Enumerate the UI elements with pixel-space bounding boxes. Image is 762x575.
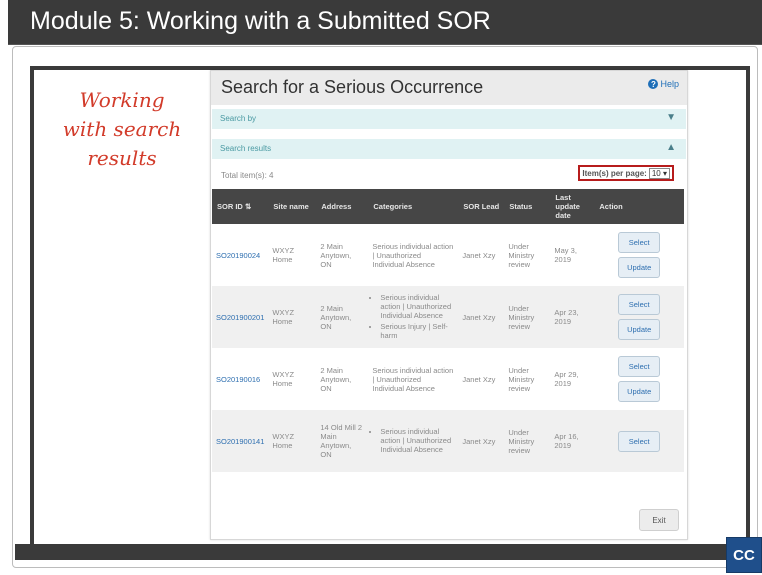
sort-icon[interactable]: ⇅ (245, 202, 251, 211)
chevron-up-icon[interactable]: ▲ (666, 142, 676, 153)
last-update-date: May 3, 2019 (554, 246, 577, 264)
sor-lead: Janet Xzy (462, 312, 496, 322)
table-row: SO20190016 WXYZ Home 2 Main Anytown, ON … (212, 348, 684, 410)
items-per-page-label: Item(s) per page: (582, 168, 647, 178)
search-app: Search for a Serious Occurrence ? Help S… (210, 70, 688, 540)
search-results-label: Search results (220, 144, 272, 153)
status: Under Ministry review (508, 303, 535, 331)
items-per-page-highlight: Item(s) per page: 10 ▾ (578, 165, 674, 181)
select-button[interactable]: Select (618, 430, 661, 452)
chevron-down-icon[interactable]: ▼ (666, 112, 676, 123)
module-title-bar: Module 5: Working with a Submitted SOR (8, 0, 762, 45)
column-header-site-name: Site name (268, 189, 317, 224)
select-button[interactable]: Select (618, 356, 661, 377)
table-header-row: SOR ID ⇅ Site name Address Categories SO… (212, 189, 684, 224)
column-header-action: Action (594, 189, 684, 224)
categories: Serious individual action | Unauthorized… (368, 410, 458, 472)
column-header-sor-id[interactable]: SOR ID ⇅ (212, 189, 269, 224)
status: Under Ministry review (508, 241, 535, 269)
annotation-line: Working (79, 88, 165, 112)
select-button[interactable]: Select (618, 294, 661, 315)
update-button[interactable]: Update (618, 319, 661, 340)
update-button[interactable]: Update (618, 257, 661, 278)
status: Under Ministry review (508, 365, 535, 393)
help-label: Help (660, 79, 679, 89)
table-row: SO20190024 WXYZ Home 2 Main Anytown, ON … (212, 224, 684, 286)
items-per-page-value: 10 (651, 168, 661, 178)
last-update-date: Apr 16, 2019 (554, 432, 579, 450)
address: 2 Main Anytown, ON (320, 303, 352, 331)
categories: Serious individual action | Unauthorized… (372, 241, 454, 269)
address: 2 Main Anytown, ON (320, 365, 352, 393)
site-name: WXYZ Home (272, 432, 295, 450)
site-name: WXYZ Home (272, 370, 295, 388)
annotation-note: Working with search results (52, 86, 192, 173)
player-bar (15, 544, 742, 560)
category-list: Serious individual action | Unauthorized… (372, 293, 454, 340)
question-icon: ? (648, 79, 659, 89)
sor-id-link[interactable]: SO20190024 (212, 224, 268, 286)
search-by-accordion[interactable]: Search by ▼ (212, 109, 686, 129)
action-cell: Select Update (594, 224, 684, 286)
category-item: Serious Injury | Self-harm (380, 322, 454, 340)
app-header: Search for a Serious Occurrence ? Help (211, 71, 687, 105)
categories: Serious individual action | Unauthorized… (372, 365, 454, 393)
sor-id-link[interactable]: SO201900141 (212, 410, 268, 472)
closed-captions-button[interactable]: CC (726, 537, 762, 573)
help-link[interactable]: ? Help (648, 79, 679, 89)
select-button[interactable]: Select (618, 232, 661, 253)
search-by-label: Search by (220, 114, 257, 123)
table-row: SO201900201 WXYZ Home 2 Main Anytown, ON… (212, 286, 684, 348)
column-header-status: Status (504, 189, 551, 224)
sor-lead: Janet Xzy (462, 250, 496, 260)
categories: Serious individual action | Unauthorized… (368, 286, 458, 348)
search-results-accordion[interactable]: Search results ▲ (212, 139, 686, 159)
update-button[interactable]: Update (618, 381, 661, 402)
action-cell: Select (594, 410, 684, 472)
action-cell: Select Update (594, 286, 684, 348)
category-item: Serious individual action | Unauthorized… (380, 293, 454, 320)
site-name: WXYZ Home (272, 308, 295, 326)
sor-lead: Janet Xzy (462, 374, 496, 384)
sor-lead: Janet Xzy (462, 436, 496, 446)
column-header-address: Address (316, 189, 369, 224)
address: 2 Main Anytown, ON (320, 241, 352, 269)
last-update-date: Apr 23, 2019 (554, 308, 579, 326)
annotation-line: results (87, 146, 157, 170)
results-table: SOR ID ⇅ Site name Address Categories SO… (212, 189, 684, 472)
total-items: Total item(s): 4 (221, 171, 274, 180)
column-header-last-update: Last update date (550, 189, 595, 224)
category-list: Serious individual action | Unauthorized… (372, 427, 454, 454)
table-row: SO201900141 WXYZ Home 14 Old Mill 2 Main… (212, 410, 684, 472)
status: Under Ministry review (508, 427, 535, 455)
annotation-line: with search (62, 117, 182, 141)
last-update-date: Apr 29, 2019 (554, 370, 579, 388)
column-header-categories: Categories (368, 189, 459, 224)
sor-id-link[interactable]: SO201900201 (212, 286, 268, 348)
sor-id-link[interactable]: SO20190016 (212, 348, 268, 410)
page-title: Search for a Serious Occurrence (221, 77, 484, 97)
category-item: Serious individual action | Unauthorized… (380, 427, 454, 454)
site-name: WXYZ Home (272, 246, 295, 264)
address: 14 Old Mill 2 Main Anytown, ON (320, 423, 363, 459)
items-per-page-select[interactable]: 10 ▾ (648, 167, 670, 179)
exit-button[interactable]: Exit (639, 509, 679, 531)
action-cell: Select Update (594, 348, 684, 410)
column-header-sor-lead: SOR Lead (458, 189, 505, 224)
module-title: Module 5: Working with a Submitted SOR (30, 7, 491, 35)
